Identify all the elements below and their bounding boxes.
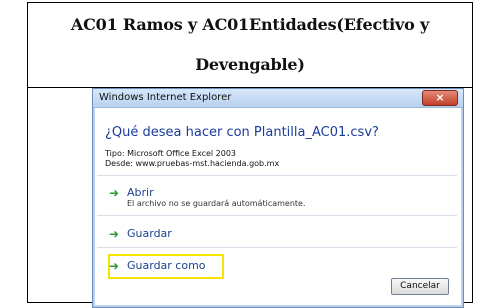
dialog-title: Windows Internet Explorer bbox=[99, 92, 232, 103]
open-subtext: El archivo no se guardará automáticament… bbox=[127, 199, 306, 208]
document-title-line-2: Devengable) bbox=[195, 55, 305, 74]
dialog-titlebar: Windows Internet Explorer × bbox=[93, 89, 463, 108]
save-label[interactable]: Guardar bbox=[127, 227, 172, 240]
save-action[interactable]: ➜ Guardar bbox=[107, 227, 437, 243]
file-source: Desde: www.pruebas-mst.hacienda.gob.mx bbox=[105, 159, 280, 168]
right-arrow-icon: ➜ bbox=[109, 259, 120, 273]
open-action[interactable]: ➜ Abrir El archivo no se guardará automá… bbox=[107, 186, 437, 210]
save-as-label[interactable]: Guardar como bbox=[127, 259, 206, 272]
document-title-line-1: AC01 Ramos y AC01Entidades(Efectivo y bbox=[70, 15, 430, 34]
separator-1 bbox=[97, 175, 457, 176]
document-frame: AC01 Ramos y AC01Entidades(Efectivo y De… bbox=[27, 2, 473, 308]
download-dialog: Windows Internet Explorer × ¿Qué desea h… bbox=[92, 88, 464, 308]
save-as-action[interactable]: ➜ Guardar como bbox=[107, 254, 437, 279]
right-arrow-icon: ➜ bbox=[109, 186, 120, 200]
separator-2 bbox=[97, 215, 457, 216]
cancel-button[interactable]: Cancelar bbox=[391, 278, 449, 295]
close-button[interactable]: × bbox=[422, 90, 458, 106]
dialog-body: ¿Qué desea hacer con Plantilla_AC01.csv?… bbox=[97, 111, 457, 303]
open-label[interactable]: Abrir bbox=[127, 186, 154, 199]
document-title: AC01 Ramos y AC01Entidades(Efectivo y De… bbox=[28, 3, 472, 88]
dialog-question: ¿Qué desea hacer con Plantilla_AC01.csv? bbox=[105, 125, 379, 140]
file-type: Tipo: Microsoft Office Excel 2003 bbox=[105, 149, 237, 158]
right-arrow-icon: ➜ bbox=[109, 227, 120, 241]
separator-3 bbox=[97, 247, 457, 248]
